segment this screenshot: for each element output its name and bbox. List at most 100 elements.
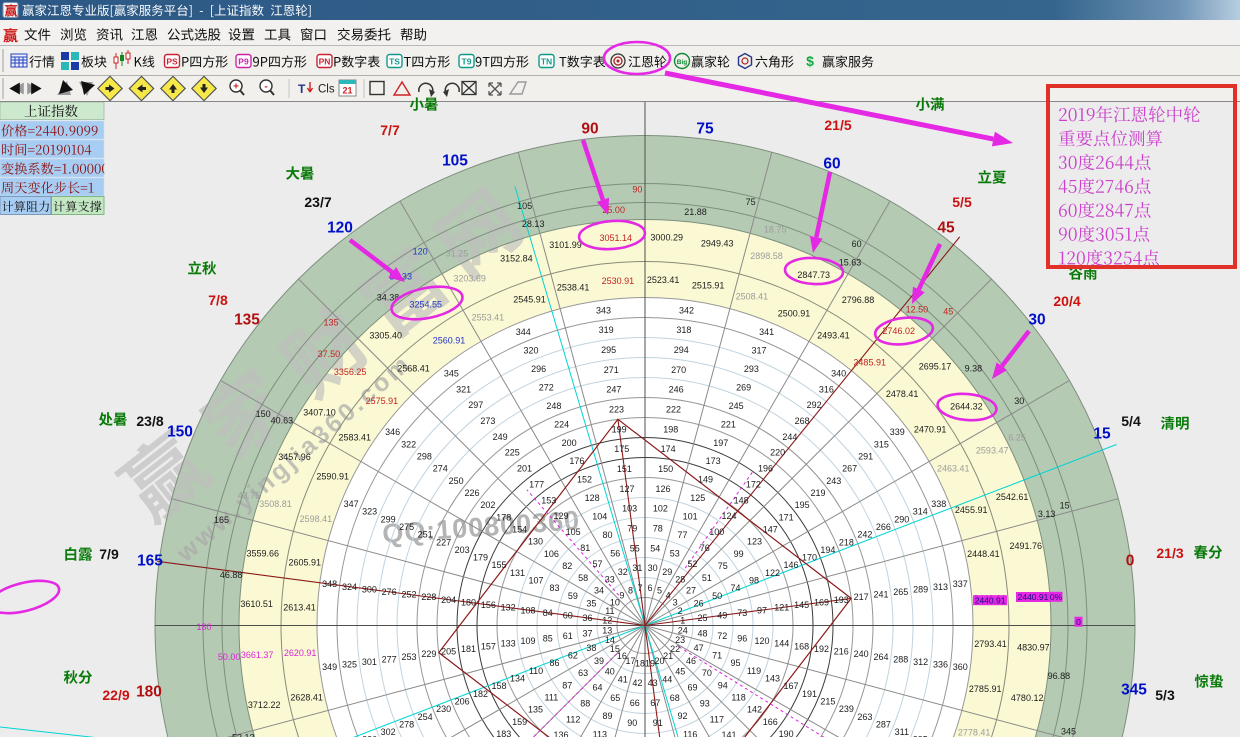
svg-text:105: 105 [517, 201, 532, 211]
svg-text:190: 190 [779, 729, 794, 737]
svg-text:218: 218 [839, 537, 854, 547]
svg-text:108: 108 [520, 605, 535, 615]
svg-text:2778.41: 2778.41 [958, 728, 991, 737]
svg-text:53: 53 [670, 549, 680, 559]
svg-text:1: 1 [680, 616, 685, 626]
svg-text:7/9: 7/9 [99, 546, 119, 562]
svg-text:180: 180 [136, 684, 162, 701]
svg-text:75: 75 [746, 197, 756, 207]
svg-text:95: 95 [730, 658, 740, 668]
svg-text:11: 11 [605, 606, 614, 616]
svg-text:86: 86 [549, 658, 559, 668]
svg-text:336: 336 [933, 660, 948, 670]
svg-text:276: 276 [382, 587, 397, 597]
svg-text:271: 271 [604, 365, 619, 375]
svg-text:57: 57 [592, 559, 602, 569]
svg-text:96: 96 [737, 634, 747, 644]
svg-text:300: 300 [362, 584, 377, 594]
svg-text:2553.41: 2553.41 [472, 312, 505, 322]
svg-text:9: 9 [619, 591, 624, 601]
svg-text:102: 102 [653, 504, 668, 514]
svg-text:302: 302 [381, 727, 396, 737]
svg-text:126: 126 [655, 484, 670, 494]
svg-text:39: 39 [594, 656, 604, 666]
svg-text:134: 134 [510, 674, 525, 684]
svg-text:74: 74 [730, 583, 740, 593]
svg-text:24: 24 [678, 626, 688, 636]
svg-text:22/9: 22/9 [102, 687, 129, 703]
svg-text:43: 43 [648, 678, 658, 688]
svg-text:149: 149 [698, 475, 713, 485]
svg-text:93: 93 [700, 698, 710, 708]
svg-text:131: 131 [510, 568, 525, 578]
svg-text:180: 180 [196, 622, 211, 632]
svg-text:96.88: 96.88 [1048, 671, 1071, 681]
svg-text:65: 65 [610, 693, 620, 703]
svg-text:2575.91: 2575.91 [366, 396, 399, 406]
svg-text:120: 120 [413, 247, 428, 257]
svg-text:46.88: 46.88 [220, 570, 243, 580]
svg-text:244: 244 [782, 432, 797, 442]
svg-text:345: 345 [1061, 726, 1076, 736]
svg-text:193: 193 [834, 595, 849, 605]
svg-text:28: 28 [675, 575, 685, 585]
svg-text:273: 273 [480, 416, 495, 426]
svg-text:2793.41: 2793.41 [974, 639, 1007, 649]
svg-text:2847.73: 2847.73 [797, 270, 830, 280]
svg-text:82: 82 [562, 561, 572, 571]
svg-text:342: 342 [679, 305, 694, 315]
svg-text:36: 36 [582, 613, 592, 623]
svg-text:9.38: 9.38 [965, 364, 983, 374]
svg-text:52: 52 [687, 559, 697, 569]
svg-text:60: 60 [823, 156, 840, 173]
svg-text:264: 264 [873, 652, 888, 662]
svg-text:25: 25 [697, 613, 707, 623]
svg-text:128: 128 [585, 493, 600, 503]
svg-text:179: 179 [473, 553, 488, 563]
svg-text:290: 290 [894, 514, 909, 524]
svg-text:272: 272 [539, 382, 554, 392]
svg-text:7: 7 [637, 583, 642, 593]
svg-text:172: 172 [746, 480, 761, 490]
svg-text:251: 251 [418, 530, 433, 540]
svg-text:181: 181 [461, 644, 476, 654]
svg-text:289: 289 [913, 584, 928, 594]
svg-text:263: 263 [857, 712, 872, 722]
svg-text:38: 38 [586, 643, 596, 653]
svg-text:119: 119 [747, 666, 761, 676]
svg-text:205: 205 [441, 647, 456, 657]
svg-text:178: 178 [496, 512, 511, 522]
svg-text:274: 274 [433, 464, 448, 474]
svg-text:130: 130 [528, 537, 543, 547]
svg-text:+: + [233, 81, 239, 92]
svg-text:51: 51 [702, 573, 712, 583]
svg-text:2590.91: 2590.91 [316, 472, 349, 482]
svg-text:291: 291 [858, 452, 873, 462]
svg-text:166: 166 [763, 717, 778, 727]
svg-text:252: 252 [401, 590, 416, 600]
svg-text:156: 156 [481, 600, 496, 610]
svg-text:180: 180 [461, 598, 476, 608]
svg-text:80: 80 [602, 530, 612, 540]
svg-text:346: 346 [385, 427, 400, 437]
svg-text:240: 240 [854, 649, 869, 659]
svg-text:268: 268 [795, 416, 810, 426]
svg-text:216: 216 [834, 647, 849, 657]
svg-text:135: 135 [528, 705, 543, 715]
svg-text:100: 100 [709, 527, 724, 537]
svg-text:343: 343 [596, 305, 611, 315]
svg-text:47: 47 [694, 643, 704, 653]
svg-text:146: 146 [783, 560, 798, 570]
svg-text:2: 2 [678, 606, 683, 616]
svg-text:142: 142 [747, 705, 762, 715]
svg-text:30: 30 [1028, 312, 1045, 329]
svg-text:68: 68 [670, 693, 680, 703]
svg-text:12: 12 [602, 616, 612, 626]
svg-text:3203.69: 3203.69 [453, 274, 486, 284]
svg-text:2455.91: 2455.91 [955, 505, 988, 515]
svg-text:77: 77 [677, 530, 687, 540]
svg-text:3559.66: 3559.66 [247, 549, 280, 559]
svg-text:325: 325 [342, 660, 357, 670]
svg-text:340: 340 [831, 368, 846, 378]
svg-text:64: 64 [592, 683, 602, 693]
